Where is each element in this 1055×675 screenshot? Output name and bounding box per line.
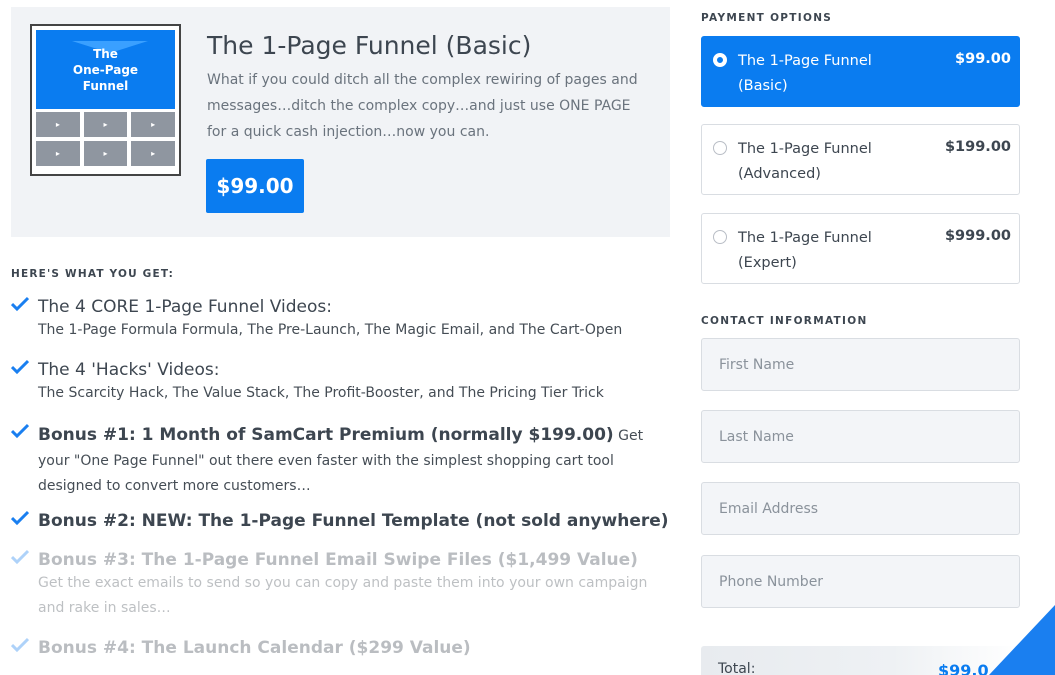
benefit-item: The 4 CORE 1-Page Funnel Videos: The 1-P… bbox=[11, 296, 676, 343]
product-price-badge: $99.00 bbox=[206, 159, 304, 213]
benefit-item: Bonus #4: The Launch Calendar ($299 Valu… bbox=[11, 637, 676, 659]
option-name: The 1-Page Funnel (Basic) bbox=[738, 53, 872, 94]
thumbnail-banner: The One-Page Funnel bbox=[36, 30, 175, 109]
play-icon: ▸ bbox=[131, 141, 175, 166]
benefit-body: The 1-Page Formula Formula, The Pre-Laun… bbox=[38, 322, 623, 338]
benefit-body: The Scarcity Hack, The Value Stack, The … bbox=[38, 385, 604, 401]
corner-decoration bbox=[989, 605, 1055, 675]
phone-field[interactable] bbox=[701, 555, 1020, 608]
checkmark-icon bbox=[11, 510, 29, 526]
thumbnail-video-grid: ▸ ▸ ▸ ▸ ▸ ▸ bbox=[36, 112, 175, 166]
product-thumbnail: The One-Page Funnel ▸ ▸ ▸ ▸ ▸ ▸ bbox=[30, 24, 181, 176]
benefit-item: Bonus #2: NEW: The 1-Page Funnel Templat… bbox=[11, 510, 676, 532]
benefit-item: Bonus #3: The 1-Page Funnel Email Swipe … bbox=[11, 549, 676, 621]
first-name-field[interactable] bbox=[701, 338, 1020, 391]
benefit-title: Bonus #2: NEW: The 1-Page Funnel Templat… bbox=[38, 511, 669, 531]
benefit-item: Bonus #1: 1 Month of SamCart Premium (no… bbox=[11, 423, 676, 499]
play-icon: ▸ bbox=[131, 112, 175, 137]
play-icon: ▸ bbox=[83, 141, 128, 166]
benefit-title: Bonus #3: The 1-Page Funnel Email Swipe … bbox=[38, 550, 638, 570]
benefits-heading: HERE'S WHAT YOU GET: bbox=[11, 268, 175, 280]
email-field[interactable] bbox=[701, 482, 1020, 535]
benefit-title: The 4 CORE 1-Page Funnel Videos: bbox=[38, 297, 332, 317]
total-value: $99.0 bbox=[938, 661, 989, 675]
benefit-item: The 4 'Hacks' Videos: The Scarcity Hack,… bbox=[11, 359, 676, 406]
radio-icon[interactable] bbox=[713, 141, 727, 155]
product-card: The One-Page Funnel ▸ ▸ ▸ ▸ ▸ ▸ The 1-Pa… bbox=[11, 7, 670, 237]
last-name-field[interactable] bbox=[701, 410, 1020, 463]
product-description: What if you could ditch all the complex … bbox=[207, 72, 638, 140]
play-icon: ▸ bbox=[83, 112, 128, 137]
benefit-text: Bonus #1: 1 Month of SamCart Premium (no… bbox=[38, 423, 678, 499]
benefit-body: Get the exact emails to send so you can … bbox=[38, 575, 648, 616]
radio-icon[interactable] bbox=[713, 230, 727, 244]
payment-options-heading: PAYMENT OPTIONS bbox=[701, 12, 833, 24]
checkmark-icon bbox=[11, 423, 29, 439]
total-label: Total: bbox=[718, 661, 756, 675]
checkmark-icon bbox=[11, 359, 29, 375]
option-price: $199.00 bbox=[944, 139, 1011, 155]
thumbnail-title: The One-Page Funnel bbox=[72, 47, 139, 93]
payment-option-expert[interactable]: The 1-Page Funnel (Expert) $999.00 bbox=[701, 213, 1020, 284]
checkmark-icon bbox=[11, 549, 29, 565]
payment-option-advanced[interactable]: The 1-Page Funnel (Advanced) $199.00 bbox=[701, 124, 1020, 195]
option-price: $999.00 bbox=[944, 228, 1011, 244]
checkmark-icon bbox=[11, 296, 29, 312]
checkmark-icon bbox=[11, 637, 29, 653]
payment-option-basic[interactable]: The 1-Page Funnel (Basic) $99.00 bbox=[701, 36, 1020, 107]
option-price: $99.00 bbox=[955, 51, 1011, 67]
benefit-title: Bonus #1: 1 Month of SamCart Premium (no… bbox=[38, 425, 614, 445]
option-name: The 1-Page Funnel (Expert) bbox=[738, 230, 872, 271]
product-title: The 1-Page Funnel (Basic) bbox=[207, 31, 532, 60]
radio-selected-icon[interactable] bbox=[713, 53, 727, 67]
play-icon: ▸ bbox=[36, 112, 80, 137]
benefit-title: Bonus #4: The Launch Calendar ($299 Valu… bbox=[38, 638, 471, 658]
contact-info-heading: CONTACT INFORMATION bbox=[701, 315, 868, 327]
option-name: The 1-Page Funnel (Advanced) bbox=[738, 141, 872, 182]
play-icon: ▸ bbox=[36, 141, 80, 166]
benefit-title: The 4 'Hacks' Videos: bbox=[38, 360, 220, 380]
order-total-bar: Total: $99.0 bbox=[701, 646, 1020, 675]
